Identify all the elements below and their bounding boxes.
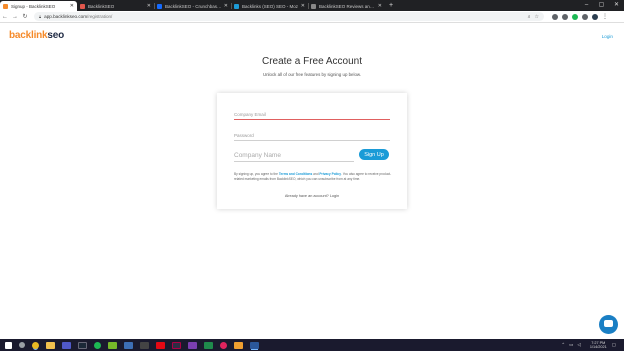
chevron-up-icon[interactable]: ⌃ <box>561 342 565 348</box>
company-field-wrapper <box>234 152 354 162</box>
close-tab-icon[interactable]: ✕ <box>70 3 74 9</box>
os-taskbar: ⌃ ▭ ◁ 7:27 PM 1/14/2021 ▢ <box>0 339 624 351</box>
back-arrow-icon[interactable]: ← <box>0 14 10 20</box>
app-icon[interactable] <box>172 341 181 349</box>
browser-tab-signup[interactable]: Signup - BacklinkSEO ✕ <box>0 1 77 11</box>
close-tab-icon[interactable]: ✕ <box>147 3 151 9</box>
extension-icon[interactable] <box>572 13 578 20</box>
system-tray: ⌃ ▭ ◁ 7:27 PM 1/14/2021 ▢ <box>561 339 620 351</box>
app-icon[interactable] <box>188 341 197 349</box>
email-field-wrapper <box>234 112 390 120</box>
browser-tab-crunchbase[interactable]: BacklinkSEO - Crunchbase Comp... ✕ <box>154 1 231 11</box>
network-icon[interactable]: ▭ <box>569 342 573 348</box>
tab-title: BacklinkSEO Reviews and Pricing... <box>319 3 376 9</box>
window-controls: – ▢ ✕ <box>579 0 624 11</box>
extensions-puzzle-icon[interactable] <box>582 13 588 20</box>
backlinkseo-favicon-icon <box>3 3 8 9</box>
bookmark-star-icon[interactable]: ☆ <box>535 14 539 20</box>
close-window-button[interactable]: ✕ <box>609 0 624 11</box>
close-tab-icon[interactable]: ✕ <box>224 3 228 9</box>
header-login-link[interactable]: Login <box>602 34 613 39</box>
browser-tab-backlinkseo[interactable]: BacklinkSEO ✕ <box>77 1 154 11</box>
company-name-input[interactable] <box>234 152 354 159</box>
clock[interactable]: 7:27 PM 1/14/2021 <box>590 341 607 349</box>
password-input[interactable] <box>234 133 390 138</box>
menu-dots-icon[interactable]: ⋮ <box>600 13 610 20</box>
backlinkseo-logo[interactable]: backlinkseo <box>9 30 64 41</box>
privacy-link[interactable]: Privacy Policy <box>319 172 341 176</box>
forward-arrow-icon[interactable]: → <box>10 14 20 20</box>
password-field-wrapper <box>234 133 390 141</box>
sign-up-button[interactable]: Sign Up <box>359 149 389 160</box>
tab-title: BacklinkSEO - Crunchbase Comp... <box>165 3 222 9</box>
search-icon[interactable] <box>19 342 25 348</box>
crunchbase-favicon-icon <box>157 3 162 9</box>
url-path: /registration/ <box>87 14 113 19</box>
app-icon[interactable] <box>220 341 227 349</box>
url-host: app.backlinkseo.com <box>44 14 88 19</box>
volume-icon[interactable]: ◁ <box>577 342 580 348</box>
spotify-icon[interactable] <box>94 341 101 349</box>
search-icon[interactable]: ⌕ <box>528 14 531 20</box>
close-tab-icon[interactable]: ✕ <box>378 3 382 9</box>
page-subtitle: Unlock all of our free features by signi… <box>262 72 362 77</box>
extension-icon[interactable] <box>562 13 568 20</box>
logo-part-2: seo <box>47 30 65 41</box>
extensions-area: ⋮ <box>550 13 610 20</box>
extension-icon[interactable] <box>552 13 558 20</box>
app-icon[interactable] <box>204 341 213 349</box>
reviews-favicon-icon <box>311 3 316 9</box>
close-tab-icon[interactable]: ✕ <box>301 3 305 9</box>
favicon-icon <box>80 3 85 9</box>
chrome-icon[interactable] <box>32 341 39 349</box>
already-have-account-link[interactable]: Already have an account? Login <box>217 194 407 198</box>
terms-text: By signing up, you agree to the Terms an… <box>234 172 392 182</box>
netflix-icon[interactable] <box>156 341 165 349</box>
app-icon[interactable] <box>108 341 117 349</box>
tab-title: BacklinkSEO <box>88 3 115 9</box>
logo-part-1: backlink <box>9 30 48 41</box>
maximize-button[interactable]: ▢ <box>594 0 609 11</box>
tab-title: Backlinks (SEO) SEO - Moz <box>242 3 299 9</box>
browser-tab-moz[interactable]: Backlinks (SEO) SEO - Moz ✕ <box>231 1 308 11</box>
profile-avatar[interactable] <box>592 13 598 20</box>
new-tab-button[interactable]: + <box>385 1 397 11</box>
teams-icon[interactable] <box>62 341 71 349</box>
tab-title: Signup - BacklinkSEO <box>11 3 56 9</box>
browser-tab-reviews[interactable]: BacklinkSEO Reviews and Pricing... ✕ <box>308 1 385 11</box>
moz-favicon-icon <box>234 3 239 9</box>
company-email-input[interactable] <box>234 112 390 117</box>
page-title: Create a Free Account <box>261 56 363 67</box>
address-bar[interactable]: 🔒︎ app.backlinkseo.com /registration/ ⌕ … <box>34 12 544 21</box>
app-icon[interactable] <box>140 341 149 349</box>
clock-date: 1/14/2021 <box>589 345 607 349</box>
browser-toolbar: ← → ↻ 🔒︎ app.backlinkseo.com /registrati… <box>0 11 624 23</box>
lock-icon: 🔒︎ <box>39 14 42 19</box>
app-icon[interactable] <box>124 341 133 349</box>
steam-icon[interactable] <box>78 341 87 349</box>
notifications-icon[interactable]: ▢ <box>612 342 616 348</box>
browser-tab-strip: Signup - BacklinkSEO ✕ BacklinkSEO ✕ Bac… <box>0 0 624 11</box>
signup-card: Sign Up By signing up, you agree to the … <box>217 93 407 209</box>
windows-start-icon[interactable] <box>5 341 12 349</box>
minimize-button[interactable]: – <box>579 0 594 11</box>
chat-bubble-icon[interactable] <box>599 315 618 334</box>
terms-link[interactable]: Terms and Conditions <box>279 172 312 176</box>
word-icon[interactable] <box>250 341 259 349</box>
app-icon[interactable] <box>234 341 243 349</box>
terms-prefix: By signing up, you agree to the <box>234 172 279 176</box>
file-explorer-icon[interactable] <box>46 341 55 349</box>
reload-icon[interactable]: ↻ <box>20 13 30 20</box>
